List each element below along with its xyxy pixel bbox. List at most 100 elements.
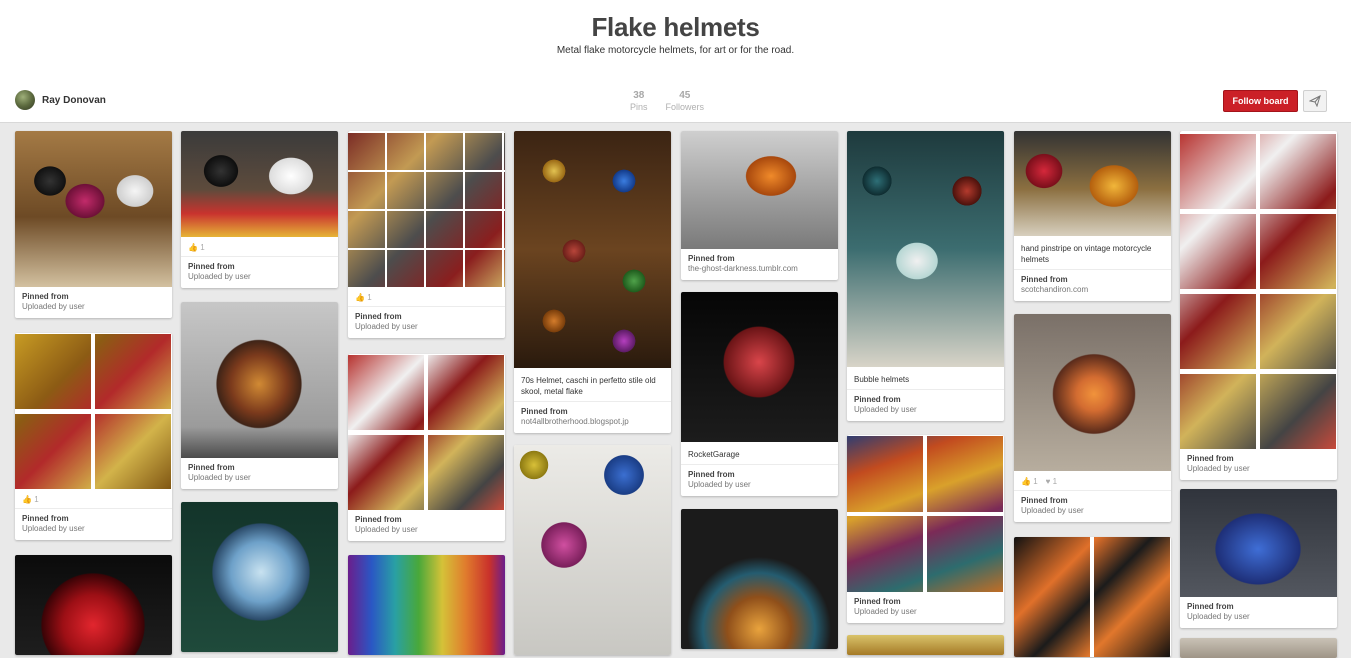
pin-description: RocketGarage (681, 442, 838, 465)
pin-image[interactable] (1180, 638, 1337, 658)
pin-likes: 👍 1 (15, 489, 172, 509)
pin-image[interactable] (514, 131, 671, 368)
pin-card[interactable] (181, 502, 338, 652)
pin-source-name[interactable]: not4allbrotherhood.blogspot.jp (521, 417, 664, 427)
pin-card[interactable]: Bubble helmets Pinned from Uploaded by u… (847, 131, 1004, 421)
pin-image[interactable] (1180, 131, 1337, 449)
pin-image[interactable] (847, 131, 1004, 367)
pin-card[interactable]: 👍 1 Pinned from Uploaded by user (348, 131, 505, 338)
pin-image[interactable] (348, 354, 505, 510)
pin-card[interactable] (514, 445, 671, 655)
board-description: Metal flake motorcycle helmets, for art … (556, 45, 795, 56)
pin-image[interactable] (1014, 131, 1171, 236)
pin-source[interactable]: Pinned from Uploaded by user (15, 287, 172, 318)
pin-source-name[interactable]: Uploaded by user (355, 322, 498, 332)
pin-source-title: Pinned from (521, 407, 568, 416)
pin-source-name[interactable]: Uploaded by user (188, 272, 331, 282)
like-count: 👍 1 (22, 495, 39, 504)
pin-source-name[interactable]: the-ghost-darkness.tumblr.com (688, 264, 831, 274)
pin-image[interactable] (681, 131, 838, 249)
pin-card[interactable]: 👍 1 ♥ 1 Pinned from Uploaded by user (1014, 314, 1171, 522)
pin-image[interactable] (348, 131, 505, 287)
pin-source[interactable]: Pinned from Uploaded by user (681, 465, 838, 496)
owner-name[interactable]: Ray Donovan (42, 95, 106, 106)
pin-source[interactable]: Pinned from scotchandiron.com (1014, 270, 1171, 301)
pin-card[interactable]: hand pinstripe on vintage motorcycle hel… (1014, 131, 1171, 301)
pin-card[interactable]: RocketGarage Pinned from Uploaded by use… (681, 292, 838, 496)
pin-card[interactable]: Pinned from the-ghost-darkness.tumblr.co… (681, 131, 838, 280)
pin-source-title: Pinned from (1021, 496, 1068, 505)
pin-card[interactable]: Pinned from Uploaded by user (1180, 131, 1337, 480)
pin-card[interactable]: 70s Helmet, caschi in perfetto stile old… (514, 131, 671, 433)
pin-card[interactable]: 👍 1 Pinned from Uploaded by user (15, 333, 172, 540)
pin-source-name[interactable]: Uploaded by user (188, 473, 331, 483)
pin-card[interactable]: Pinned from Uploaded by user (847, 435, 1004, 623)
pin-image[interactable] (181, 131, 338, 237)
pins-stat[interactable]: 38 Pins (630, 90, 648, 112)
pin-source-name[interactable]: scotchandiron.com (1021, 285, 1164, 295)
pin-image[interactable] (1014, 314, 1171, 471)
board-title: Flake helmets (591, 12, 760, 42)
pin-card[interactable] (348, 555, 505, 655)
board-owner[interactable]: Ray Donovan (15, 90, 106, 110)
pin-source-name[interactable]: Uploaded by user (1021, 506, 1164, 516)
pin-source-name[interactable]: Uploaded by user (854, 607, 997, 617)
pin-card[interactable] (681, 509, 838, 649)
pin-image[interactable] (181, 302, 338, 458)
pin-image[interactable] (847, 435, 1004, 592)
pin-card[interactable] (15, 555, 172, 655)
pin-image[interactable] (681, 509, 838, 649)
pin-source-name[interactable]: Uploaded by user (22, 524, 165, 534)
pin-source[interactable]: Pinned from not4allbrotherhood.blogspot.… (514, 402, 671, 433)
pin-image[interactable] (681, 292, 838, 442)
pin-image[interactable] (847, 635, 1004, 655)
pin-source[interactable]: Pinned from Uploaded by user (181, 458, 338, 489)
pin-source-name[interactable]: Uploaded by user (22, 302, 165, 312)
pin-source-title: Pinned from (188, 262, 235, 271)
pin-card[interactable] (1180, 638, 1337, 658)
pin-image[interactable] (1014, 537, 1171, 657)
pin-image[interactable] (15, 131, 172, 287)
pin-source[interactable]: Pinned from Uploaded by user (1180, 597, 1337, 628)
pin-description: 70s Helmet, caschi in perfetto stile old… (514, 368, 671, 402)
pin-likes: 👍 1 (348, 287, 505, 307)
avatar[interactable] (15, 90, 35, 110)
pin-image[interactable] (15, 555, 172, 655)
pin-source-name[interactable]: Uploaded by user (688, 480, 831, 490)
pin-card[interactable]: Pinned from Uploaded by user (348, 354, 505, 541)
pin-source-name[interactable]: Uploaded by user (355, 525, 498, 535)
pin-image[interactable] (15, 333, 172, 489)
pin-source-title: Pinned from (854, 597, 901, 606)
pin-card[interactable]: Pinned from Uploaded by user (181, 302, 338, 489)
pin-image[interactable] (1180, 489, 1337, 597)
pin-card[interactable]: 👍 1 Pinned from Uploaded by user (181, 131, 338, 288)
pin-source[interactable]: Pinned from Uploaded by user (348, 510, 505, 541)
pin-source[interactable]: Pinned from Uploaded by user (847, 390, 1004, 421)
pin-likes: 👍 1 ♥ 1 (1014, 471, 1171, 491)
pin-source[interactable]: Pinned from Uploaded by user (1014, 491, 1171, 522)
pin-card[interactable] (847, 635, 1004, 655)
pin-image[interactable] (181, 502, 338, 652)
pin-source-title: Pinned from (1187, 602, 1234, 611)
pin-card[interactable]: Pinned from Uploaded by user (15, 131, 172, 318)
pin-source-name[interactable]: Uploaded by user (854, 405, 997, 415)
pin-image[interactable] (514, 445, 671, 655)
followers-count: 45 (679, 90, 691, 101)
pin-card[interactable] (1014, 537, 1171, 657)
pin-source[interactable]: Pinned from the-ghost-darkness.tumblr.co… (681, 249, 838, 280)
pin-source[interactable]: Pinned from Uploaded by user (181, 257, 338, 288)
followers-stat[interactable]: 45 Followers (666, 90, 705, 112)
pin-source[interactable]: Pinned from Uploaded by user (348, 307, 505, 338)
pin-source-title: Pinned from (854, 395, 901, 404)
pin-source[interactable]: Pinned from Uploaded by user (1180, 449, 1337, 480)
pin-source-name[interactable]: Uploaded by user (1187, 464, 1330, 474)
pin-source-title: Pinned from (688, 470, 735, 479)
follow-board-button[interactable]: Follow board (1223, 90, 1298, 112)
pin-source[interactable]: Pinned from Uploaded by user (847, 592, 1004, 623)
pin-source[interactable]: Pinned from Uploaded by user (15, 509, 172, 540)
pin-description: hand pinstripe on vintage motorcycle hel… (1014, 236, 1171, 270)
pin-source-name[interactable]: Uploaded by user (1187, 612, 1330, 622)
send-board-button[interactable] (1303, 90, 1327, 112)
pin-card[interactable]: Pinned from Uploaded by user (1180, 489, 1337, 628)
pin-image[interactable] (348, 555, 505, 655)
